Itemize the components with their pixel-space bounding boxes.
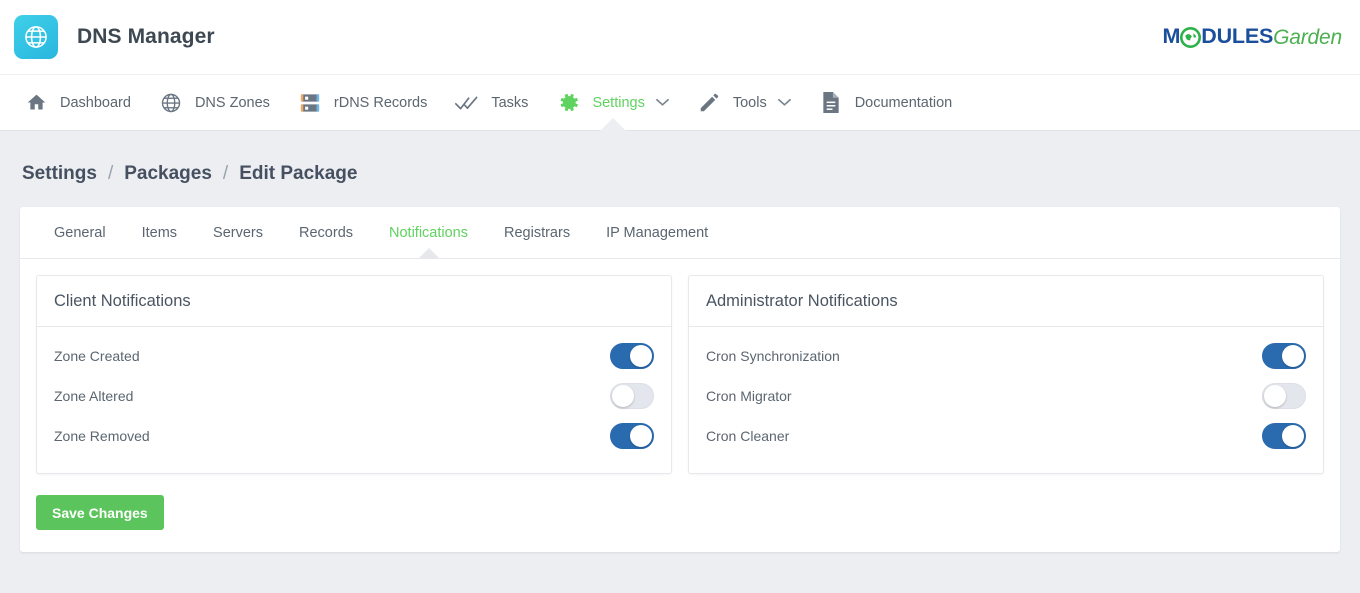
toggle-cron-migrator[interactable] <box>1262 383 1306 409</box>
logo-text-m: M <box>1163 26 1181 48</box>
toggle-row-zone-created: Zone Created <box>54 336 654 376</box>
toggle-zone-removed[interactable] <box>610 423 654 449</box>
nav-label: rDNS Records <box>334 95 427 111</box>
app-header: DNS Manager M DULES Garden <box>0 0 1360 74</box>
toggle-zone-altered[interactable] <box>610 383 654 409</box>
toggle-knob <box>630 425 652 447</box>
tab-label: IP Management <box>606 225 708 241</box>
tab-label: General <box>54 225 106 241</box>
notification-cards: Client Notifications Zone Created Zone A… <box>20 259 1340 474</box>
toggle-label: Cron Cleaner <box>706 428 789 444</box>
toggle-row-zone-removed: Zone Removed <box>54 416 654 456</box>
nav-label: Dashboard <box>60 95 131 111</box>
tab-bar: General Items Servers Records Notificati… <box>20 207 1340 259</box>
logo-globe-icon <box>1180 27 1201 48</box>
logo-text-dules: DULES <box>1201 26 1273 48</box>
nav-item-tasks[interactable]: Tasks <box>441 75 542 130</box>
toggle-row-cron-synchronization: Cron Synchronization <box>706 336 1306 376</box>
nav-label: DNS Zones <box>195 95 270 111</box>
toggle-label: Zone Created <box>54 348 140 364</box>
nav-item-documentation[interactable]: Documentation <box>805 75 967 130</box>
toggle-label: Zone Altered <box>54 388 133 404</box>
nav-item-settings[interactable]: Settings <box>542 75 682 130</box>
nav-item-dns-zones[interactable]: DNS Zones <box>145 75 284 130</box>
toggle-knob <box>1282 425 1304 447</box>
nav-label: Tools <box>733 95 767 111</box>
toggle-label: Zone Removed <box>54 428 150 444</box>
globe-icon <box>159 92 183 114</box>
globe-icon <box>23 24 49 50</box>
card-title: Client Notifications <box>37 276 671 327</box>
breadcrumb-separator: / <box>223 163 228 185</box>
tab-records[interactable]: Records <box>281 207 371 259</box>
toggle-knob <box>630 345 652 367</box>
toggle-cron-cleaner[interactable] <box>1262 423 1306 449</box>
tab-label: Registrars <box>504 225 570 241</box>
toggle-cron-synchronization[interactable] <box>1262 343 1306 369</box>
toggle-row-cron-cleaner: Cron Cleaner <box>706 416 1306 456</box>
toggle-knob <box>1282 345 1304 367</box>
tab-label: Servers <box>213 225 263 241</box>
active-nav-pointer <box>600 118 626 131</box>
toggle-knob <box>612 385 634 407</box>
tab-general[interactable]: General <box>36 207 124 259</box>
client-notifications-card: Client Notifications Zone Created Zone A… <box>36 275 672 474</box>
double-check-icon <box>455 93 479 113</box>
server-icon <box>298 93 322 113</box>
card-body: Cron Synchronization Cron Migrator Cron … <box>689 327 1323 473</box>
breadcrumb: Settings / Packages / Edit Package <box>0 131 1360 185</box>
tab-notifications[interactable]: Notifications <box>371 207 486 259</box>
tab-label: Records <box>299 225 353 241</box>
document-icon <box>819 91 843 114</box>
toggle-zone-created[interactable] <box>610 343 654 369</box>
tab-registrars[interactable]: Registrars <box>486 207 588 259</box>
breadcrumb-item-packages[interactable]: Packages <box>124 163 212 185</box>
toggle-row-zone-altered: Zone Altered <box>54 376 654 416</box>
gear-icon <box>556 91 580 114</box>
nav-item-rdns-records[interactable]: rDNS Records <box>284 75 441 130</box>
main-navigation: Dashboard DNS Zones <box>0 74 1360 131</box>
tab-label: Notifications <box>389 225 468 241</box>
toggle-label: Cron Synchronization <box>706 348 840 364</box>
tab-items[interactable]: Items <box>124 207 195 259</box>
nav-item-tools[interactable]: Tools <box>683 75 805 130</box>
pencil-icon <box>697 92 721 114</box>
save-changes-button[interactable]: Save Changes <box>36 495 164 530</box>
chevron-down-icon[interactable] <box>656 98 669 107</box>
nav-label: Tasks <box>491 95 528 111</box>
breadcrumb-separator: / <box>108 163 113 185</box>
page-title: DNS Manager <box>77 25 215 49</box>
tab-label: Items <box>142 225 177 241</box>
form-actions: Save Changes <box>20 474 1340 530</box>
main-panel: General Items Servers Records Notificati… <box>20 207 1340 552</box>
home-icon <box>24 92 48 113</box>
card-title: Administrator Notifications <box>689 276 1323 327</box>
tab-ip-management[interactable]: IP Management <box>588 207 726 259</box>
breadcrumb-item-edit-package: Edit Package <box>239 163 357 185</box>
administrator-notifications-card: Administrator Notifications Cron Synchro… <box>688 275 1324 474</box>
nav-label: Settings <box>592 95 644 111</box>
toggle-knob <box>1264 385 1286 407</box>
toggle-label: Cron Migrator <box>706 388 792 404</box>
brand: DNS Manager <box>14 15 215 59</box>
chevron-down-icon[interactable] <box>778 98 791 107</box>
breadcrumb-item-settings[interactable]: Settings <box>22 163 97 185</box>
card-body: Zone Created Zone Altered Zone Removed <box>37 327 671 473</box>
tab-servers[interactable]: Servers <box>195 207 281 259</box>
toggle-row-cron-migrator: Cron Migrator <box>706 376 1306 416</box>
active-tab-pointer <box>418 249 440 260</box>
logo-text-garden: Garden <box>1273 27 1342 48</box>
app-logo <box>14 15 58 59</box>
modulesgarden-logo: M DULES Garden <box>1163 17 1342 57</box>
nav-item-dashboard[interactable]: Dashboard <box>10 75 145 130</box>
nav-label: Documentation <box>855 95 953 111</box>
